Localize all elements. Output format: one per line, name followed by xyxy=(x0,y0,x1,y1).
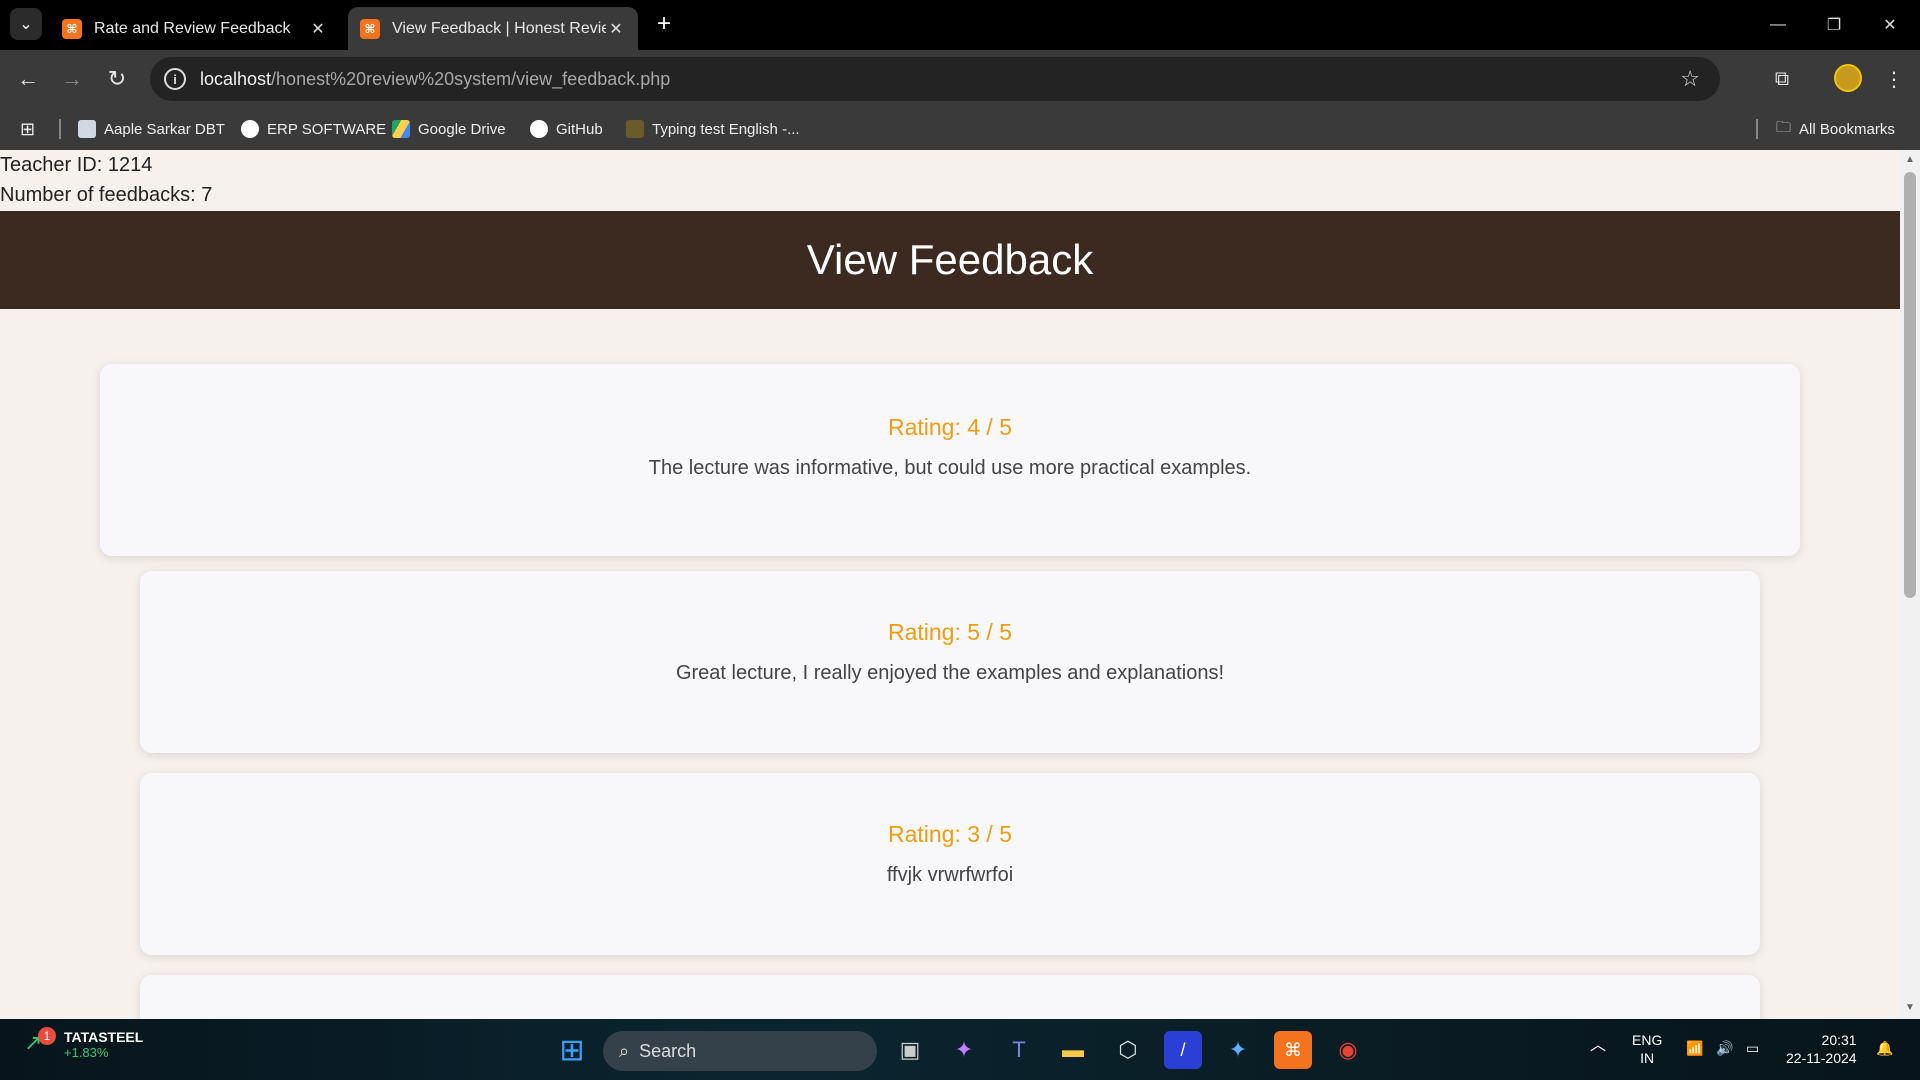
bookmark-erp-software[interactable]: ERP SOFTWARE xyxy=(241,117,386,141)
notification-badge: 1 xyxy=(38,1027,56,1045)
bookmark-label: Aaple Sarkar DBT xyxy=(104,120,225,138)
info-icon[interactable]: i xyxy=(164,68,186,90)
feedback-rating: Rating: 4 / 5 xyxy=(887,414,1013,440)
stock-name: TATASTEEL xyxy=(64,1029,144,1045)
google-drive-icon xyxy=(392,120,410,138)
search-icon: ⌕ xyxy=(619,1040,630,1061)
stock-widget[interactable]: ↗ 1 TATASTEEL +1.83% xyxy=(24,1027,144,1060)
back-button[interactable]: ← xyxy=(12,63,44,95)
windows-start-icon[interactable]: ⊞ xyxy=(553,1031,591,1069)
battery-icon[interactable]: ▭ xyxy=(1746,1039,1759,1057)
bookmark-aaple-sarkar[interactable]: Aaple Sarkar DBT xyxy=(78,117,225,141)
bookmark-label: Typing test English -... xyxy=(652,120,800,138)
lang-top: ENG xyxy=(1632,1032,1663,1048)
xampp-icon: ⌘ xyxy=(62,18,82,39)
bookmark-label: Google Drive xyxy=(418,120,506,138)
browser-toolbar: ← → ↻ i localhost/honest%20review%20syst… xyxy=(0,50,1920,108)
volume-icon[interactable]: 🔊 xyxy=(1716,1039,1733,1057)
reload-button[interactable]: ↻ xyxy=(101,63,133,95)
tab-label: Rate and Review Feedback xyxy=(94,19,291,37)
bookmark-label: ERP SOFTWARE xyxy=(267,120,387,138)
notification-bell-icon[interactable]: 🔔 xyxy=(1876,1039,1893,1057)
file-explorer-icon[interactable]: ▬ xyxy=(1054,1031,1092,1069)
language-indicator[interactable]: ENG IN xyxy=(1632,1031,1662,1067)
time: 20:31 xyxy=(1821,1032,1857,1048)
separator xyxy=(1756,119,1758,139)
feedback-card: Rating: 3 / 5 ffvjk vrwrfwrfoi xyxy=(140,773,1760,955)
apps-icon[interactable]: ⊞ xyxy=(20,117,35,141)
scrollbar[interactable]: ▲ ▼ xyxy=(1900,150,1920,1019)
feedback-card: Rating: 4 / 5 The lecture was informativ… xyxy=(100,364,1800,556)
close-icon[interactable]: ✕ xyxy=(606,19,626,39)
page-header: View Feedback xyxy=(0,211,1900,309)
taskbar: ↗ 1 TATASTEEL +1.83% ⊞ ⌕ Search ▣ ✦ T ▬ … xyxy=(0,1019,1920,1080)
url-host: localhost xyxy=(200,68,272,89)
feedback-comment: ffvjk vrwrfwrfoi xyxy=(886,864,1014,886)
tab-strip: ⌄ ⌘ Rate and Review Feedback ✕ ⌘ View Fe… xyxy=(0,0,1920,50)
feedback-rating: Rating: 3 / 5 xyxy=(887,821,1013,847)
url-path: /honest%20review%20system/view_feedback.… xyxy=(271,68,671,89)
chevron-up-icon[interactable]: ︿ xyxy=(1590,1037,1606,1055)
date: 22-11-2024 xyxy=(1786,1050,1857,1066)
address-bar[interactable]: i localhost/honest%20review%20system/vie… xyxy=(150,57,1720,101)
page-content: Teacher ID: 1214 Number of feedbacks: 7 … xyxy=(0,150,1900,1019)
xampp-icon[interactable]: ⌘ xyxy=(1274,1031,1312,1069)
taskbar-search[interactable]: ⌕ Search xyxy=(603,1031,877,1071)
teacher-id: Teacher ID: 1214 xyxy=(0,154,153,176)
document-icon xyxy=(78,120,96,138)
wifi-icon[interactable]: 📶 xyxy=(1686,1039,1703,1057)
restore-button[interactable]: ❐ xyxy=(1806,0,1862,50)
page-title: View Feedback xyxy=(806,236,1094,283)
scroll-thumb[interactable] xyxy=(1904,172,1916,598)
bookmarks-bar: ⊞ Aaple Sarkar DBT ERP SOFTWARE Google D… xyxy=(0,108,1920,150)
feedback-rating: Rating: 5 / 5 xyxy=(887,619,1013,645)
menu-icon[interactable]: ⋮ xyxy=(1878,63,1910,95)
forward-button[interactable]: → xyxy=(56,63,88,95)
stock-change: +1.83% xyxy=(64,1045,109,1060)
bookmark-typing-test[interactable]: Typing test English -... xyxy=(626,117,800,141)
bookmark-label: GitHub xyxy=(556,120,603,138)
chrome-icon[interactable]: ◉ xyxy=(1329,1031,1367,1069)
close-window-button[interactable]: ✕ xyxy=(1862,0,1918,50)
scroll-down-icon[interactable]: ▼ xyxy=(1904,1002,1916,1014)
xampp-icon: ⌘ xyxy=(360,18,380,39)
lang-bottom: IN xyxy=(1640,1050,1655,1066)
chevron-down-icon: ⌄ xyxy=(19,16,33,33)
all-bookmarks[interactable]: 🗀 All Bookmarks xyxy=(1776,117,1895,141)
app-icon[interactable]: ⬡ xyxy=(1109,1031,1147,1069)
separator xyxy=(59,119,61,139)
tab-label: View Feedback | Honest Review xyxy=(392,19,606,37)
globe-icon xyxy=(241,120,259,138)
feedback-comment: The lecture was informative, but could u… xyxy=(648,457,1252,479)
teams-icon[interactable]: T xyxy=(1000,1031,1038,1069)
bookmark-google-drive[interactable]: Google Drive xyxy=(392,117,506,141)
feedback-count: Number of feedbacks: 7 xyxy=(0,184,213,206)
extensions-icon[interactable]: ⧉ xyxy=(1766,63,1798,95)
all-bookmarks-label: All Bookmarks xyxy=(1799,120,1895,138)
github-icon xyxy=(530,120,548,138)
search-label: Search xyxy=(639,1040,697,1061)
close-icon[interactable]: ✕ xyxy=(308,19,328,39)
feedback-card: Rating: 5 / 5 Great lecture, I really en… xyxy=(140,571,1760,753)
tab-view-feedback[interactable]: ⌘ View Feedback | Honest Review ✕ xyxy=(348,7,638,50)
folder-icon: 🗀 xyxy=(1776,118,1792,136)
tab-rate-review[interactable]: ⌘ Rate and Review Feedback ✕ xyxy=(50,7,340,50)
vscode-style-icon[interactable]: / xyxy=(1164,1031,1202,1069)
gemini-icon[interactable]: ✦ xyxy=(1219,1031,1257,1069)
typing-icon xyxy=(626,120,644,138)
star-icon[interactable]: ☆ xyxy=(1680,66,1700,92)
tab-search-button[interactable]: ⌄ xyxy=(10,8,42,40)
copilot-icon[interactable]: ✦ xyxy=(945,1031,983,1069)
task-view-icon[interactable]: ▣ xyxy=(891,1031,929,1069)
feedback-card xyxy=(140,975,1760,1019)
minimize-button[interactable]: — xyxy=(1750,0,1806,50)
scroll-up-icon[interactable]: ▲ xyxy=(1904,154,1916,166)
feedback-comment: Great lecture, I really enjoyed the exam… xyxy=(675,662,1225,684)
bookmark-github[interactable]: GitHub xyxy=(530,117,603,141)
new-tab-button[interactable]: + xyxy=(650,10,678,38)
avatar[interactable] xyxy=(1834,64,1862,92)
clock[interactable]: 20:31 22-11-2024 xyxy=(1786,1031,1857,1067)
